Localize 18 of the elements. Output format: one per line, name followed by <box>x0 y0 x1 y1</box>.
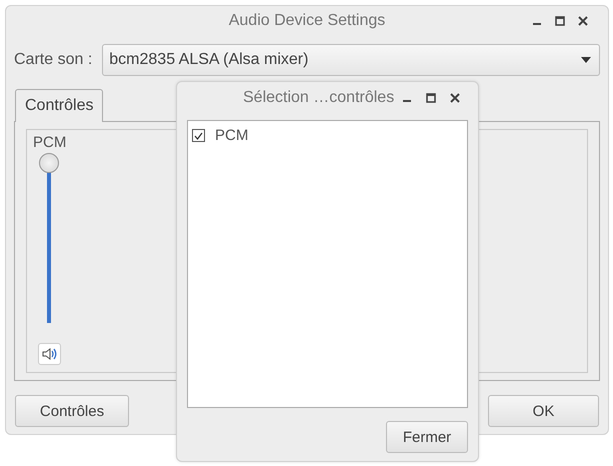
window-title: Audio Device Settings <box>228 12 386 30</box>
mute-toggle[interactable] <box>38 343 61 365</box>
close-icon[interactable] <box>578 16 588 26</box>
dropdown-arrow-icon <box>581 57 591 63</box>
checkbox[interactable] <box>192 129 205 142</box>
dialog-button[interactable]: OK <box>488 395 599 427</box>
channel-label: PCM <box>33 134 66 151</box>
tab[interactable]: Contrôles <box>15 89 104 122</box>
maximize-icon[interactable] <box>555 16 565 26</box>
checkbox-label: PCM <box>215 127 248 144</box>
sound-card-dropdown[interactable]: bcm2835 ALSA (Alsa mixer) <box>102 44 600 76</box>
speaker-icon <box>42 347 58 361</box>
dialog-button[interactable]: Contrôles <box>15 395 129 427</box>
maximize-icon[interactable] <box>426 93 436 103</box>
dialog-title: Sélection …contrôles <box>242 89 394 107</box>
close-icon[interactable] <box>450 93 460 103</box>
sound-card-label: Carte son : <box>14 51 92 69</box>
close-button[interactable]: Fermer <box>386 421 468 453</box>
